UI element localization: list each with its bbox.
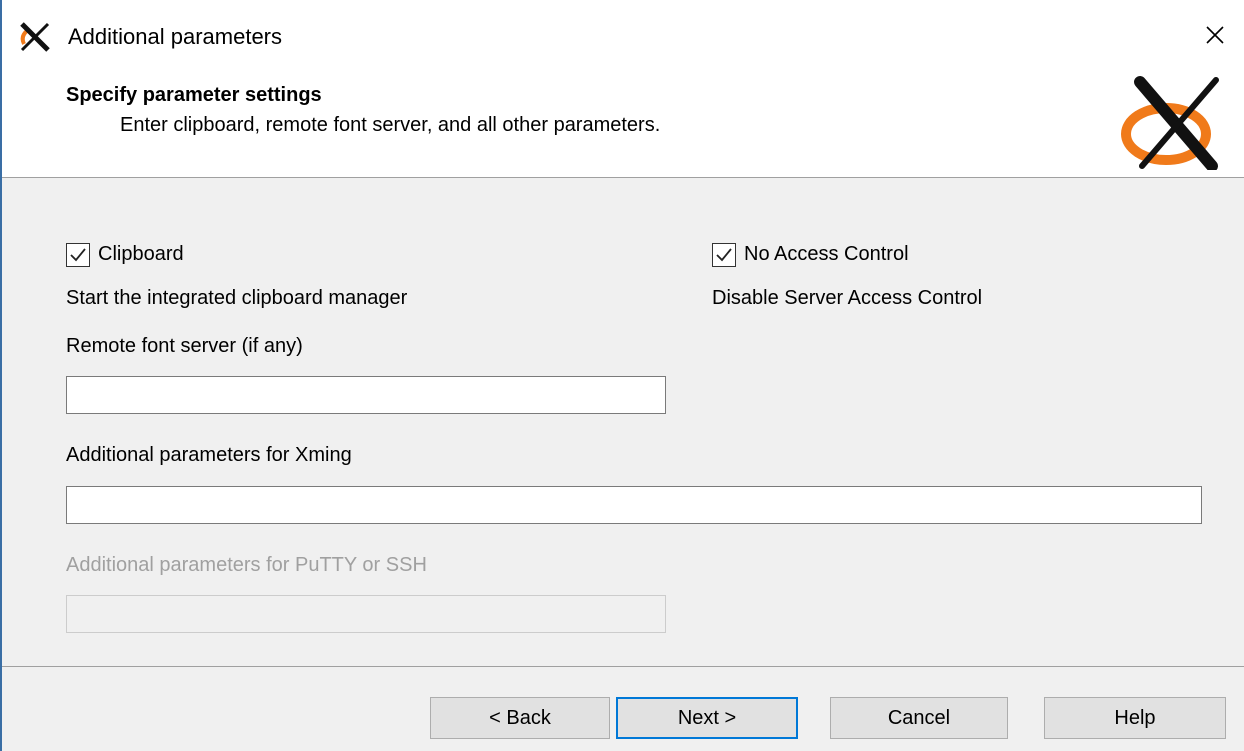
window-title: Additional parameters <box>68 24 283 49</box>
xming-logo-icon <box>1121 76 1219 170</box>
checkmark-icon <box>716 248 732 262</box>
xming-x-icon <box>20 22 50 52</box>
no-access-control-checkbox[interactable] <box>712 243 736 267</box>
remote-font-server-input[interactable] <box>66 376 666 414</box>
clipboard-checkbox[interactable] <box>66 243 90 267</box>
back-button[interactable]: < Back <box>430 697 610 739</box>
clipboard-description: Start the integrated clipboard manager <box>66 287 408 309</box>
putty-params-label: Additional parameters for PuTTY or SSH <box>66 554 427 576</box>
no-access-control-label[interactable]: No Access Control <box>744 243 909 266</box>
putty-params-input <box>66 595 666 633</box>
title-bar: Additional parameters <box>2 0 1244 70</box>
xming-params-label: Additional parameters for Xming <box>66 444 352 466</box>
checkmark-icon <box>70 248 86 262</box>
no-access-control-description: Disable Server Access Control <box>712 287 983 309</box>
close-icon <box>1206 26 1224 44</box>
xming-params-input[interactable] <box>66 486 1202 524</box>
header-subtitle: Enter clipboard, remote font server, and… <box>120 114 661 136</box>
clipboard-label[interactable]: Clipboard <box>98 243 184 266</box>
footer-divider <box>2 666 1244 667</box>
close-button[interactable] <box>1192 14 1238 56</box>
wizard-header: Specify parameter settings Enter clipboa… <box>2 70 1244 178</box>
header-title: Specify parameter settings <box>66 84 322 106</box>
help-button[interactable]: Help <box>1044 697 1226 739</box>
remote-font-server-label: Remote font server (if any) <box>66 335 303 357</box>
cancel-button[interactable]: Cancel <box>830 697 1008 739</box>
dialog-window: Additional parameters Specify parameter … <box>0 0 1244 751</box>
next-button[interactable]: Next > <box>616 697 798 739</box>
